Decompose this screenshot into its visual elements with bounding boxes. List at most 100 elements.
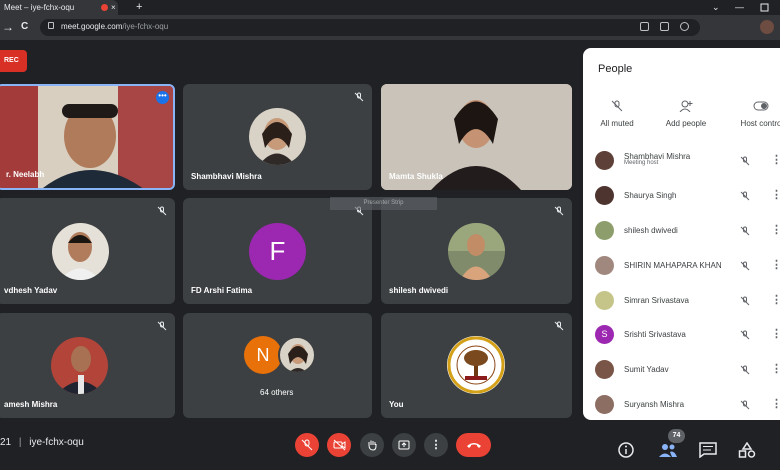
presenter-strip-tooltip: Presenter Strip [330, 197, 437, 210]
participant-options-icon[interactable]: ⋮ [771, 223, 780, 236]
raise-hand-button[interactable] [360, 433, 384, 457]
participant-avatar [595, 395, 614, 414]
recording-dot-icon [101, 4, 108, 11]
participant-avatar [595, 291, 614, 310]
more-options-button[interactable]: ⋮ [424, 433, 448, 457]
bookmark-star-icon[interactable] [680, 22, 689, 31]
tab-search-chevron-icon[interactable]: ⌄ [712, 0, 720, 14]
minimize-icon[interactable]: — [735, 0, 744, 14]
participant-row[interactable]: Shambhavi Mishra Meeting host ⋮ [583, 144, 780, 178]
participant-avatar [595, 221, 614, 240]
tile-name: Shambhavi Mishra [191, 172, 262, 181]
video-tile-shilesh[interactable]: shilesh dwivedi [381, 198, 572, 304]
tile-name: Mamta Shukla [389, 172, 443, 181]
mic-off-icon[interactable] [740, 296, 750, 306]
address-bar[interactable]: meet.google.com/iye-fchx-oqu [40, 19, 700, 36]
kebab-icon: ⋮ [430, 439, 442, 451]
back-icon[interactable]: → [2, 20, 14, 34]
url-host: meet.google.com [61, 22, 123, 31]
mic-off-icon [157, 321, 167, 331]
participant-options-icon[interactable]: ⋮ [771, 293, 780, 306]
add-people-label: Add people [665, 119, 707, 128]
participant-initial-avatar: F [249, 223, 306, 280]
participant-options-icon[interactable]: ⋮ [771, 327, 780, 340]
present-screen-button[interactable] [392, 433, 416, 457]
video-tile-amesh[interactable]: amesh Mishra [0, 313, 175, 418]
participant-row[interactable]: S Srishti Srivastava ⋮ [583, 318, 780, 352]
mute-all-button[interactable]: All muted [587, 100, 647, 128]
maximize-icon[interactable] [760, 0, 780, 15]
add-people-button[interactable]: Add people [656, 100, 716, 128]
participant-options-icon[interactable]: ⋮ [771, 188, 780, 201]
participant-initial-avatar: N [244, 336, 282, 374]
camera-toggle-button[interactable] [327, 433, 351, 457]
participant-row[interactable]: Simran Srivastava ⋮ [583, 284, 780, 318]
participant-row[interactable]: SHIRIN MAHAPARA KHAN ⋮ [583, 249, 780, 283]
new-tab-icon[interactable]: + [136, 0, 142, 14]
university-seal-logo [447, 336, 505, 394]
participant-options-icon[interactable]: ⋮ [771, 397, 780, 410]
mic-off-icon[interactable] [740, 226, 750, 236]
profile-avatar-icon[interactable] [760, 20, 774, 34]
participant-row[interactable]: Suryansh Mishra ⋮ [583, 388, 780, 422]
participant-name: Suryansh Mishra [624, 400, 685, 409]
video-tile-shambhavi[interactable]: Shambhavi Mishra [183, 84, 372, 190]
meeting-info-icon[interactable] [618, 442, 634, 461]
participant-options-icon[interactable]: ⋮ [771, 258, 780, 271]
tile-name: shilesh dwivedi [389, 286, 449, 295]
video-tile-vdhesh[interactable]: vdhesh Yadav [0, 198, 175, 304]
participant-name: Srishti Srivastava [624, 330, 686, 339]
browser-tab[interactable]: Meet – iye-fchx-oqu × [0, 0, 118, 15]
participant-name: SHIRIN MAHAPARA KHAN [624, 261, 722, 270]
participant-avatar: S [595, 325, 614, 344]
meeting-code: iye-fchx-oqu [29, 437, 84, 448]
mic-off-icon[interactable] [740, 330, 750, 340]
camera-indicator-icon[interactable] [640, 22, 649, 31]
browser-tab-strip: Meet – iye-fchx-oqu × + ⌄ — [0, 0, 780, 15]
video-tile-others[interactable]: N 64 others [183, 313, 372, 418]
participant-avatar [278, 336, 316, 374]
participant-name: Sumit Yadav [624, 365, 669, 374]
video-tile-presenter[interactable]: ••• r. Neelabh [0, 84, 175, 190]
mic-off-icon[interactable] [740, 191, 750, 201]
mic-off-icon[interactable] [740, 156, 750, 166]
url-path: /iye-fchx-oqu [122, 22, 169, 31]
participant-name: Simran Srivastava [624, 296, 689, 305]
tab-close-icon[interactable]: × [111, 0, 116, 15]
participant-avatar [51, 337, 108, 394]
participant-row[interactable]: Sumit Yadav ⋮ [583, 353, 780, 387]
tile-more-options-icon[interactable]: ••• [156, 91, 169, 104]
recording-badge: REC [0, 50, 27, 72]
tile-name: amesh Mishra [4, 400, 58, 409]
toggle-icon [731, 100, 780, 114]
host-controls-button[interactable]: Host contro [731, 100, 780, 128]
browser-toolbar: → C meet.google.com/iye-fchx-oqu [0, 15, 780, 40]
mic-off-icon[interactable] [740, 261, 750, 271]
video-tile-mamta[interactable]: Mamta Shukla [381, 84, 572, 190]
chat-icon[interactable] [699, 442, 717, 461]
separator: | [18, 437, 22, 448]
participant-avatar [249, 108, 306, 165]
mic-toggle-button[interactable] [295, 433, 319, 457]
participant-name: shilesh dwivedi [624, 226, 678, 235]
reload-icon[interactable]: C [21, 21, 28, 32]
participant-row[interactable]: shilesh dwivedi ⋮ [583, 214, 780, 248]
mic-off-icon[interactable] [740, 365, 750, 375]
activities-icon[interactable] [738, 441, 756, 461]
participant-options-icon[interactable]: ⋮ [771, 362, 780, 375]
participant-avatar [595, 256, 614, 275]
mic-off-icon[interactable] [740, 400, 750, 410]
participant-name: Shaurya Singh [624, 191, 677, 200]
share-icon[interactable] [660, 22, 669, 31]
mic-off-icon [587, 100, 647, 114]
video-tile-you[interactable]: You [381, 313, 572, 418]
participant-avatar [52, 223, 109, 280]
participant-options-icon[interactable]: ⋮ [771, 153, 780, 166]
leave-call-button[interactable] [456, 433, 491, 457]
participant-row[interactable]: Shaurya Singh ⋮ [583, 179, 780, 213]
video-tile-arshi[interactable]: F FD Arshi Fatima [183, 198, 372, 304]
people-panel: People All muted Add people Host contro … [583, 48, 780, 420]
people-icon[interactable] [658, 442, 678, 461]
meeting-details: 21 | iye-fchx-oqu [0, 437, 84, 448]
others-count-label: 64 others [260, 388, 294, 397]
